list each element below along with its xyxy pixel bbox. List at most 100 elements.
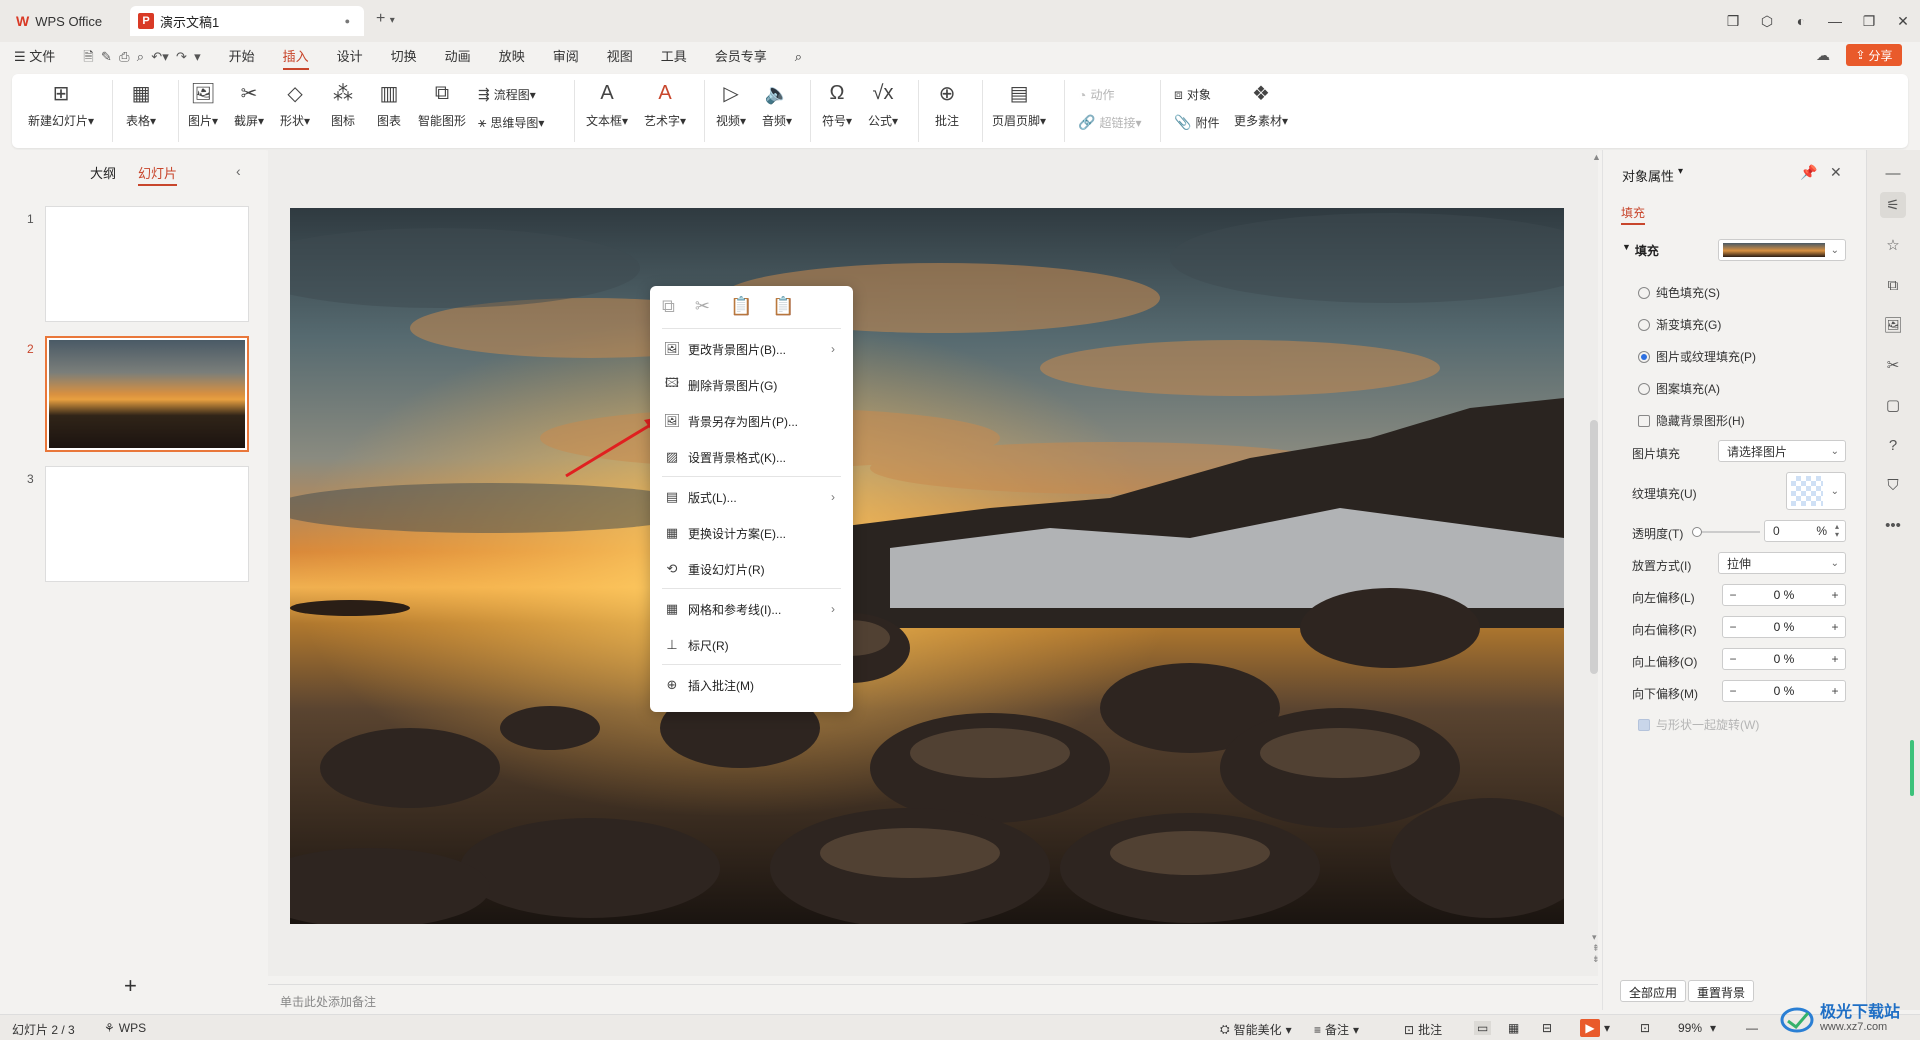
slide-canvas[interactable] <box>290 208 1564 924</box>
cube-icon[interactable]: ⬡ <box>1750 13 1784 30</box>
menu-delete-background-picture[interactable]: 🖾 删除背景图片(G) <box>650 370 853 400</box>
offset-down-stepper[interactable]: − 0 % + <box>1722 680 1846 702</box>
cloud-icon[interactable]: ☁ <box>1816 47 1830 64</box>
chevron-down-icon[interactable]: ▾ <box>1604 1021 1610 1035</box>
menu-insert[interactable]: 插入 <box>269 42 323 72</box>
notes-area[interactable]: 单击此处添加备注 <box>268 984 1598 1014</box>
menu-slideshow[interactable]: 放映 <box>485 42 539 72</box>
print-icon[interactable]: ⎙ <box>119 49 129 64</box>
hide-background-checkbox[interactable]: 隐藏背景图形(H) <box>1638 412 1745 429</box>
menu-format-background[interactable]: ▨ 设置背景格式(K)... <box>650 442 853 472</box>
tools-icon[interactable]: ✂ <box>1880 352 1906 378</box>
slide-thumbnail-1[interactable] <box>45 206 249 322</box>
more-icon[interactable]: ••• <box>1880 512 1906 538</box>
notes-toggle-button[interactable]: ≡ 备注 ▾ <box>1314 1021 1359 1038</box>
collapse-panel-icon[interactable]: ‹ <box>236 163 241 179</box>
star-icon[interactable]: ☆ <box>1880 232 1906 258</box>
wps-status[interactable]: ⚘ WPS <box>104 1021 146 1035</box>
smart-graphic-button[interactable]: ⧉ 智能图形 <box>418 80 466 129</box>
transparency-input[interactable]: 0% ▴ ▾ <box>1764 520 1846 542</box>
offset-up-stepper[interactable]: − 0 % + <box>1722 648 1846 670</box>
attachment-button[interactable]: 📎 附件 <box>1174 114 1219 131</box>
video-button[interactable]: ▷ 视频▾ <box>716 80 746 129</box>
menu-change-background-picture[interactable]: 🖼 更改背景图片(B)... › <box>650 334 853 364</box>
shape-button[interactable]: ◇ 形状▾ <box>280 80 310 129</box>
menu-view[interactable]: 视图 <box>593 42 647 72</box>
chevron-down-icon[interactable]: ▾ <box>1710 1021 1716 1035</box>
undo-icon[interactable]: ↶ <box>151 49 162 64</box>
plus-icon[interactable]: + <box>1825 588 1845 602</box>
zoom-out-icon[interactable]: — <box>1746 1021 1758 1035</box>
save-icon[interactable]: 🗎 <box>83 49 93 64</box>
zoom-level[interactable]: 99% <box>1678 1021 1702 1035</box>
unsaved-dot-icon[interactable]: ● <box>345 16 350 26</box>
chart-button[interactable]: ▥ 图表 <box>376 80 402 129</box>
table-button[interactable]: ▦ 表格▾ <box>126 80 156 129</box>
menu-layout[interactable]: ▤ 版式(L)... › <box>650 482 853 512</box>
transparency-slider[interactable] <box>1692 527 1760 537</box>
menu-save-background-as-picture[interactable]: 🖼 背景另存为图片(P)... <box>650 406 853 436</box>
file-menu[interactable]: ☰ 文件 <box>0 42 69 72</box>
add-slide-icon[interactable]: + <box>124 973 137 999</box>
tab-document[interactable]: P 演示文稿1 ● <box>130 6 364 36</box>
pen-icon[interactable]: ✎ <box>101 49 112 64</box>
fit-window-icon[interactable]: ⊡ <box>1640 1021 1650 1035</box>
symbol-button[interactable]: Ω 符号▾ <box>822 80 852 129</box>
new-tab-button[interactable]: + ▾ <box>376 10 395 28</box>
radio-solid-fill[interactable]: 纯色填充(S) <box>1638 284 1720 301</box>
more-materials-button[interactable]: ❖ 更多素材▾ <box>1234 80 1288 129</box>
offset-right-stepper[interactable]: − 0 % + <box>1722 616 1846 638</box>
menu-tools[interactable]: 工具 <box>647 42 701 72</box>
print-preview-icon[interactable]: ⌕ <box>137 49 144 64</box>
more-dropdown-icon[interactable]: ▾ <box>194 49 201 64</box>
panel-title[interactable]: 对象属性 ▾ <box>1622 166 1683 185</box>
slide-thumbnail-2[interactable] <box>45 336 249 452</box>
shirt-icon[interactable]: ⛉ <box>1880 472 1906 498</box>
scroll-up-icon[interactable]: ▲ <box>1592 152 1601 162</box>
tab-wps-office[interactable]: W WPS Office <box>6 6 124 36</box>
menu-ruler[interactable]: ⊥ 标尺(R) <box>650 630 853 660</box>
new-slide-button[interactable]: ⊞ 新建幻灯片▾ <box>28 80 94 129</box>
menu-insert-comment[interactable]: ⊕ 插入批注(M) <box>650 670 853 700</box>
audio-button[interactable]: 🔈 音频▾ <box>762 80 792 129</box>
tab-view-icon[interactable]: ❒ <box>1716 13 1750 30</box>
fill-section-header[interactable]: ▼ 填充 <box>1622 242 1659 259</box>
radio-pattern-fill[interactable]: 图案填充(A) <box>1638 380 1720 397</box>
minus-icon[interactable]: − <box>1723 684 1743 698</box>
slide-thumbnail-3[interactable] <box>45 466 249 582</box>
radio-gradient-fill[interactable]: 渐变填充(G) <box>1638 316 1721 333</box>
plus-icon[interactable]: + <box>1825 652 1845 666</box>
menu-change-design[interactable]: ▦ 更换设计方案(E)... <box>650 518 853 548</box>
menu-home[interactable]: 开始 <box>215 42 269 72</box>
wordart-button[interactable]: A 艺术字▾ <box>644 80 686 129</box>
reading-view-icon[interactable]: ⊟ <box>1542 1021 1552 1035</box>
header-footer-button[interactable]: ▤ 页眉页脚▾ <box>992 80 1046 129</box>
restore-icon[interactable]: ❐ <box>1852 13 1886 30</box>
close-icon[interactable]: ✕ <box>1886 13 1920 30</box>
tab-fill[interactable]: 填充 <box>1621 204 1646 225</box>
pin-icon[interactable]: 📌 <box>1800 164 1817 181</box>
share-button[interactable]: ⇪ 分享 <box>1846 44 1902 66</box>
close-panel-icon[interactable]: ✕ <box>1830 164 1842 181</box>
play-slideshow-icon[interactable]: ▶ <box>1580 1019 1600 1037</box>
search-icon[interactable]: ⌕ <box>781 42 816 72</box>
fill-preview-dropdown[interactable]: ⌄ <box>1718 239 1846 261</box>
minus-icon[interactable]: − <box>1723 620 1743 634</box>
paste-icon[interactable]: 📋 <box>730 296 752 317</box>
radio-picture-texture-fill[interactable]: 图片或纹理填充(P) <box>1638 348 1756 365</box>
smart-beautify-button[interactable]: ⛭ 智能美化 ▾ <box>1220 1021 1292 1038</box>
grid-view-icon[interactable]: ▦ <box>1508 1021 1519 1035</box>
menu-design[interactable]: 设计 <box>323 42 377 72</box>
reset-background-button[interactable]: 重置背景 <box>1688 980 1755 1002</box>
avatar[interactable]: ◐ <box>1784 13 1818 29</box>
cut-icon[interactable]: ✂ <box>695 296 710 317</box>
plus-icon[interactable]: + <box>1825 684 1845 698</box>
formula-button[interactable]: √x 公式▾ <box>868 80 898 129</box>
image-edit-icon[interactable]: 🖼 <box>1880 312 1906 338</box>
icon-button[interactable]: ⁂ 图标 <box>330 80 356 129</box>
minus-icon[interactable]: − <box>1723 652 1743 666</box>
picture-fill-dropdown[interactable]: 请选择图片 ⌄ <box>1718 440 1846 462</box>
paste-text-icon[interactable]: 📋 <box>772 296 794 317</box>
menu-grid-guides[interactable]: ▦ 网格和参考线(I)... › <box>650 594 853 624</box>
object-button[interactable]: ⧈ 对象 <box>1174 86 1211 103</box>
